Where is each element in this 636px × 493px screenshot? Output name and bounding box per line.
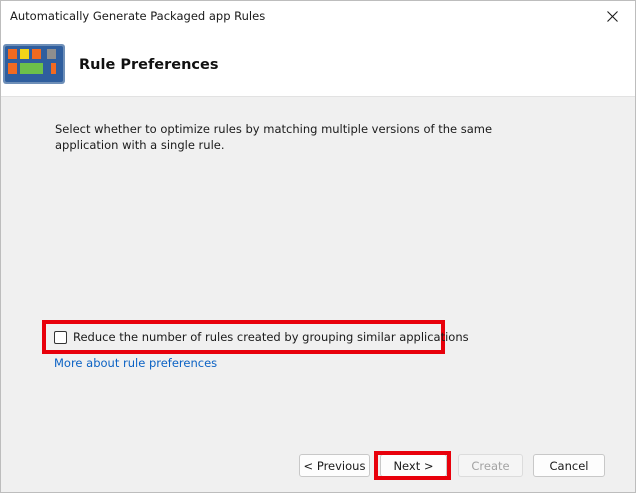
title-bar: Automatically Generate Packaged app Rule… — [1, 1, 635, 32]
group-similar-apps-label: Reduce the number of rules created by gr… — [73, 330, 469, 344]
close-button[interactable] — [589, 1, 635, 32]
applocker-app-tiles-icon — [3, 44, 65, 84]
group-similar-apps-checkbox[interactable] — [54, 330, 67, 344]
highlight-box-next — [374, 451, 451, 480]
wizard-header: Rule Preferences — [1, 32, 635, 96]
cancel-button[interactable]: Cancel — [533, 454, 605, 477]
wizard-window: Automatically Generate Packaged app Rule… — [0, 0, 636, 493]
header-divider — [1, 96, 635, 97]
description-text: Select whether to optimize rules by matc… — [55, 122, 493, 152]
page-title: Rule Preferences — [79, 57, 219, 73]
window-title: Automatically Generate Packaged app Rule… — [10, 9, 266, 23]
more-about-rule-preferences-link[interactable]: More about rule preferences — [54, 356, 217, 370]
close-icon — [606, 11, 618, 22]
previous-button[interactable]: < Previous — [299, 454, 370, 477]
group-similar-apps-option[interactable]: Reduce the number of rules created by gr… — [54, 329, 469, 345]
create-button: Create — [458, 454, 523, 477]
